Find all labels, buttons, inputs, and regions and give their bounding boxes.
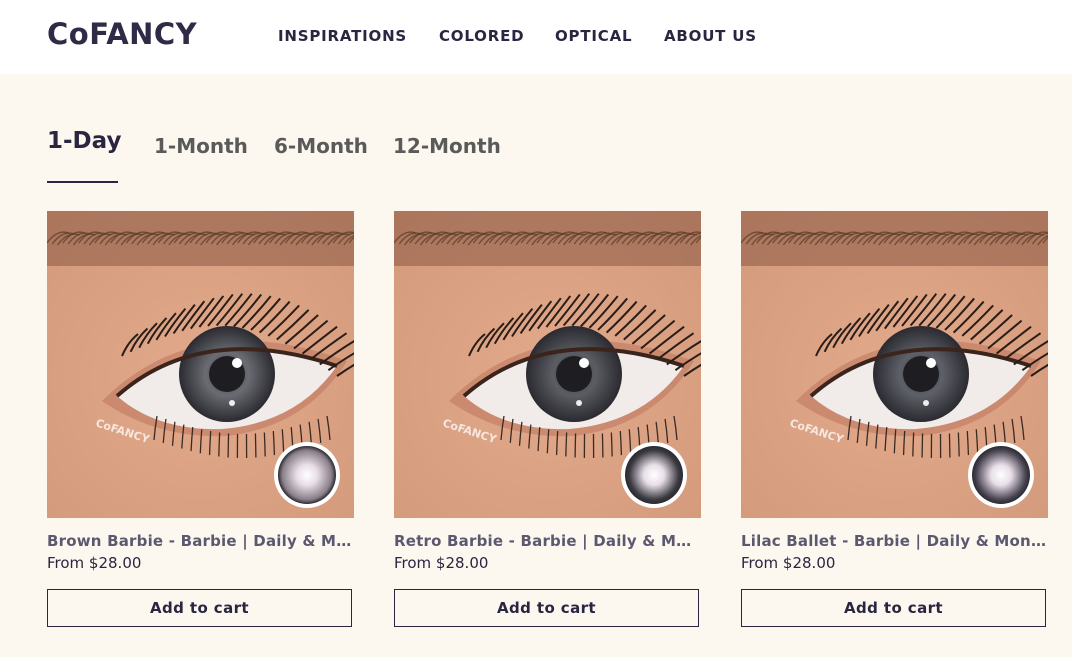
product-price: From $28.00 (394, 554, 489, 572)
add-to-cart-button[interactable]: Add to cart (741, 589, 1046, 627)
add-to-cart-button[interactable]: Add to cart (394, 589, 699, 627)
product-image[interactable]: CoFANCY (394, 211, 701, 518)
logo[interactable]: CoFANCY (47, 17, 197, 51)
product-image[interactable]: CoFANCY (47, 211, 354, 518)
nav-colored[interactable]: COLORED (439, 27, 524, 45)
tab-12-month[interactable]: 12-Month (393, 134, 501, 158)
tab-6-month[interactable]: 6-Month (274, 134, 368, 158)
product-image[interactable]: CoFANCY (741, 211, 1048, 518)
product-title[interactable]: Retro Barbie - Barbie | Daily & Monthly (394, 532, 701, 550)
site-header: CoFANCY INSPIRATIONS COLORED OPTICAL ABO… (0, 0, 1072, 74)
product-card: CoFANCY Brown Barbie - Barbie | Daily & … (47, 211, 354, 627)
nav-optical[interactable]: OPTICAL (555, 27, 632, 45)
active-tab-indicator (47, 181, 118, 183)
tab-1-month[interactable]: 1-Month (154, 134, 248, 158)
tab-1-day[interactable]: 1-Day (47, 128, 121, 154)
product-title[interactable]: Brown Barbie - Barbie | Daily & Monthly (47, 532, 354, 550)
nav-about-us[interactable]: ABOUT US (664, 27, 757, 45)
nav-inspirations[interactable]: INSPIRATIONS (278, 27, 407, 45)
product-price: From $28.00 (47, 554, 142, 572)
product-card: CoFANCY Retro Barbie - Barbie | Daily & … (394, 211, 701, 627)
product-price: From $28.00 (741, 554, 836, 572)
product-card: CoFANCY Lilac Ballet - Barbie | Daily & … (741, 211, 1048, 627)
add-to-cart-button[interactable]: Add to cart (47, 589, 352, 627)
product-title[interactable]: Lilac Ballet - Barbie | Daily & Monthly (741, 532, 1048, 550)
